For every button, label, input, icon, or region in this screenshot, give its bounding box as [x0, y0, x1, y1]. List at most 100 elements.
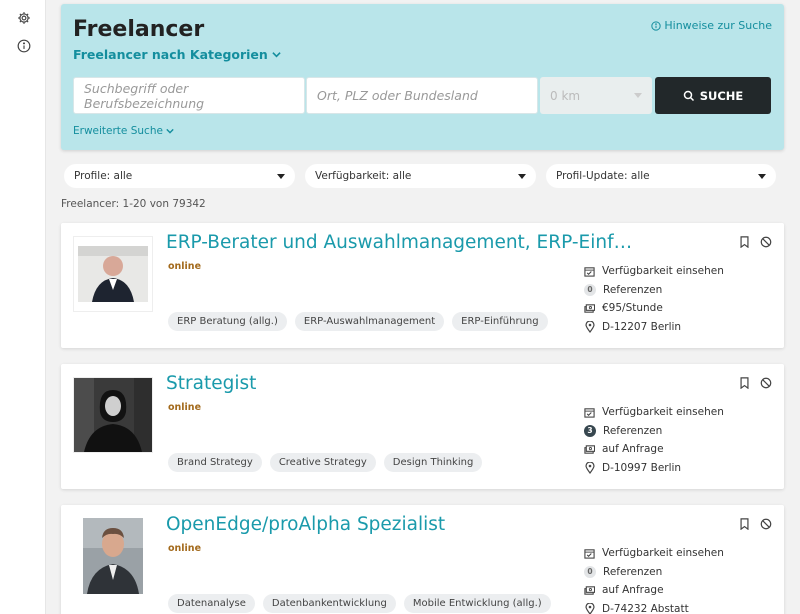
- location-input[interactable]: Ort, PLZ oder Bundesland: [306, 77, 538, 114]
- availability-label: Verfügbarkeit einsehen: [602, 406, 724, 419]
- freelancer-name[interactable]: Strategist: [166, 373, 636, 394]
- radius-value: 0 km: [550, 88, 581, 103]
- advanced-search-label: Erweiterte Suche: [73, 125, 163, 137]
- search-hints-label: Hinweise zur Suche: [664, 19, 772, 32]
- caret-down-icon: [758, 173, 766, 179]
- info-icon[interactable]: [16, 38, 32, 54]
- location-row: D-12207 Berlin: [584, 318, 724, 337]
- bookmark-icon[interactable]: [739, 518, 750, 530]
- search-hints-link[interactable]: Hinweise zur Suche: [651, 19, 772, 32]
- skill-tags: Brand Strategy Creative Strategy Design …: [168, 453, 483, 472]
- rate-row: €95/Stunde: [584, 299, 724, 318]
- search-button-label: SUCHE: [699, 88, 744, 103]
- availability-row[interactable]: Verfügbarkeit einsehen: [584, 262, 724, 281]
- location-label: D-10997 Berlin: [602, 462, 682, 475]
- search-panel: Freelancer Freelancer nach Kategorien Hi…: [61, 4, 784, 150]
- filter-profile-update-label: Profil-Update: alle: [556, 170, 650, 182]
- rate-label: auf Anfrage: [602, 584, 664, 597]
- availability-row[interactable]: Verfügbarkeit einsehen: [584, 403, 724, 422]
- search-button[interactable]: SUCHE: [655, 77, 771, 114]
- calendar-check-icon: [584, 548, 595, 559]
- block-icon[interactable]: [760, 377, 772, 389]
- skill-tags: Datenanalyse Datenbankentwicklung Mobile…: [168, 594, 551, 613]
- references-row: 0 Referenzen: [584, 563, 724, 582]
- chevron-down-icon: [272, 52, 281, 58]
- online-status: online: [168, 261, 202, 272]
- references-label: Referenzen: [603, 565, 663, 578]
- money-icon: [584, 444, 595, 455]
- references-row: 3 Referenzen: [584, 422, 724, 441]
- online-status: online: [168, 402, 202, 413]
- location-row: D-10997 Berlin: [584, 459, 724, 478]
- gear-icon[interactable]: [16, 10, 32, 26]
- block-icon[interactable]: [760, 236, 772, 248]
- rate-label: €95/Stunde: [602, 302, 663, 315]
- skill-tags: ERP Beratung (allg.) ERP-Auswahlmanageme…: [168, 312, 548, 331]
- skill-tag[interactable]: Creative Strategy: [269, 453, 376, 472]
- categories-dropdown[interactable]: Freelancer nach Kategorien: [73, 47, 281, 62]
- skill-tag[interactable]: ERP-Einführung: [452, 312, 548, 331]
- freelancer-card[interactable]: ERP-Berater und Auswahlmanagement, ERP-E…: [61, 223, 784, 348]
- skill-tag[interactable]: Brand Strategy: [168, 453, 262, 472]
- money-icon: [584, 303, 595, 314]
- freelancer-name[interactable]: OpenEdge/proAlpha Spezialist: [166, 514, 636, 535]
- filter-availability[interactable]: Verfügbarkeit: alle: [305, 164, 536, 188]
- location-pin-icon: [584, 321, 595, 334]
- categories-label: Freelancer nach Kategorien: [73, 47, 268, 62]
- sidebar: [0, 0, 46, 614]
- page-title: Freelancer: [73, 17, 205, 42]
- location-pin-icon: [584, 603, 595, 614]
- caret-down-icon: [634, 93, 642, 98]
- rate-row: auf Anfrage: [584, 581, 724, 600]
- availability-label: Verfügbarkeit einsehen: [602, 547, 724, 560]
- rate-row: auf Anfrage: [584, 440, 724, 459]
- result-count: Freelancer: 1-20 von 79342: [61, 198, 206, 210]
- bookmark-icon[interactable]: [739, 377, 750, 389]
- rate-label: auf Anfrage: [602, 443, 664, 456]
- references-row: 0 Referenzen: [584, 281, 724, 300]
- location-row: D-74232 Abstatt: [584, 600, 724, 614]
- freelancer-meta: Verfügbarkeit einsehen 0 Referenzen €95/…: [584, 262, 724, 336]
- freelancer-meta: Verfügbarkeit einsehen 0 Referenzen auf …: [584, 544, 724, 614]
- skill-tag[interactable]: Datenanalyse: [168, 594, 255, 613]
- bookmark-icon[interactable]: [739, 236, 750, 248]
- radius-select[interactable]: 0 km: [540, 77, 652, 114]
- references-label: Referenzen: [603, 283, 663, 296]
- references-badge: 3: [584, 424, 596, 437]
- skill-tag[interactable]: Design Thinking: [383, 453, 483, 472]
- caret-down-icon: [277, 173, 285, 179]
- availability-label: Verfügbarkeit einsehen: [602, 265, 724, 278]
- profile-photo[interactable]: [73, 236, 153, 312]
- advanced-search-toggle[interactable]: Erweiterte Suche: [73, 125, 174, 137]
- search-icon: [683, 90, 694, 101]
- money-icon: [584, 585, 595, 596]
- filter-profiles[interactable]: Profile: alle: [64, 164, 295, 188]
- location-pin-icon: [584, 462, 595, 475]
- profile-photo[interactable]: [73, 518, 153, 594]
- caret-down-icon: [518, 173, 526, 179]
- filter-profile-update[interactable]: Profil-Update: alle: [546, 164, 776, 188]
- calendar-check-icon: [584, 266, 595, 277]
- references-label: Referenzen: [603, 424, 663, 437]
- filter-availability-label: Verfügbarkeit: alle: [315, 170, 412, 182]
- availability-row[interactable]: Verfügbarkeit einsehen: [584, 544, 724, 563]
- online-status: online: [168, 543, 202, 554]
- skill-tag[interactable]: Datenbankentwicklung: [262, 594, 396, 613]
- location-label: D-74232 Abstatt: [602, 603, 689, 614]
- skill-tag[interactable]: ERP-Auswahlmanagement: [294, 312, 445, 331]
- filter-profiles-label: Profile: alle: [74, 170, 133, 182]
- skill-tag[interactable]: ERP Beratung (allg.): [168, 312, 287, 331]
- keyword-input[interactable]: Suchbegriff oder Berufsbezeichnung: [73, 77, 305, 114]
- skill-tag[interactable]: Mobile Entwicklung (allg.): [403, 594, 551, 613]
- freelancer-meta: Verfügbarkeit einsehen 3 Referenzen auf …: [584, 403, 724, 477]
- freelancer-card[interactable]: OpenEdge/proAlpha Spezialist online Date…: [61, 505, 784, 614]
- freelancer-name[interactable]: ERP-Berater und Auswahlmanagement, ERP-E…: [166, 232, 636, 253]
- block-icon[interactable]: [760, 518, 772, 530]
- location-label: D-12207 Berlin: [602, 321, 682, 334]
- info-icon: [651, 20, 662, 31]
- references-badge: 0: [584, 565, 596, 578]
- chevron-down-icon: [166, 128, 174, 134]
- references-badge: 0: [584, 283, 596, 296]
- freelancer-card[interactable]: Strategist online Brand Strategy Creativ…: [61, 364, 784, 489]
- profile-photo[interactable]: [73, 377, 153, 453]
